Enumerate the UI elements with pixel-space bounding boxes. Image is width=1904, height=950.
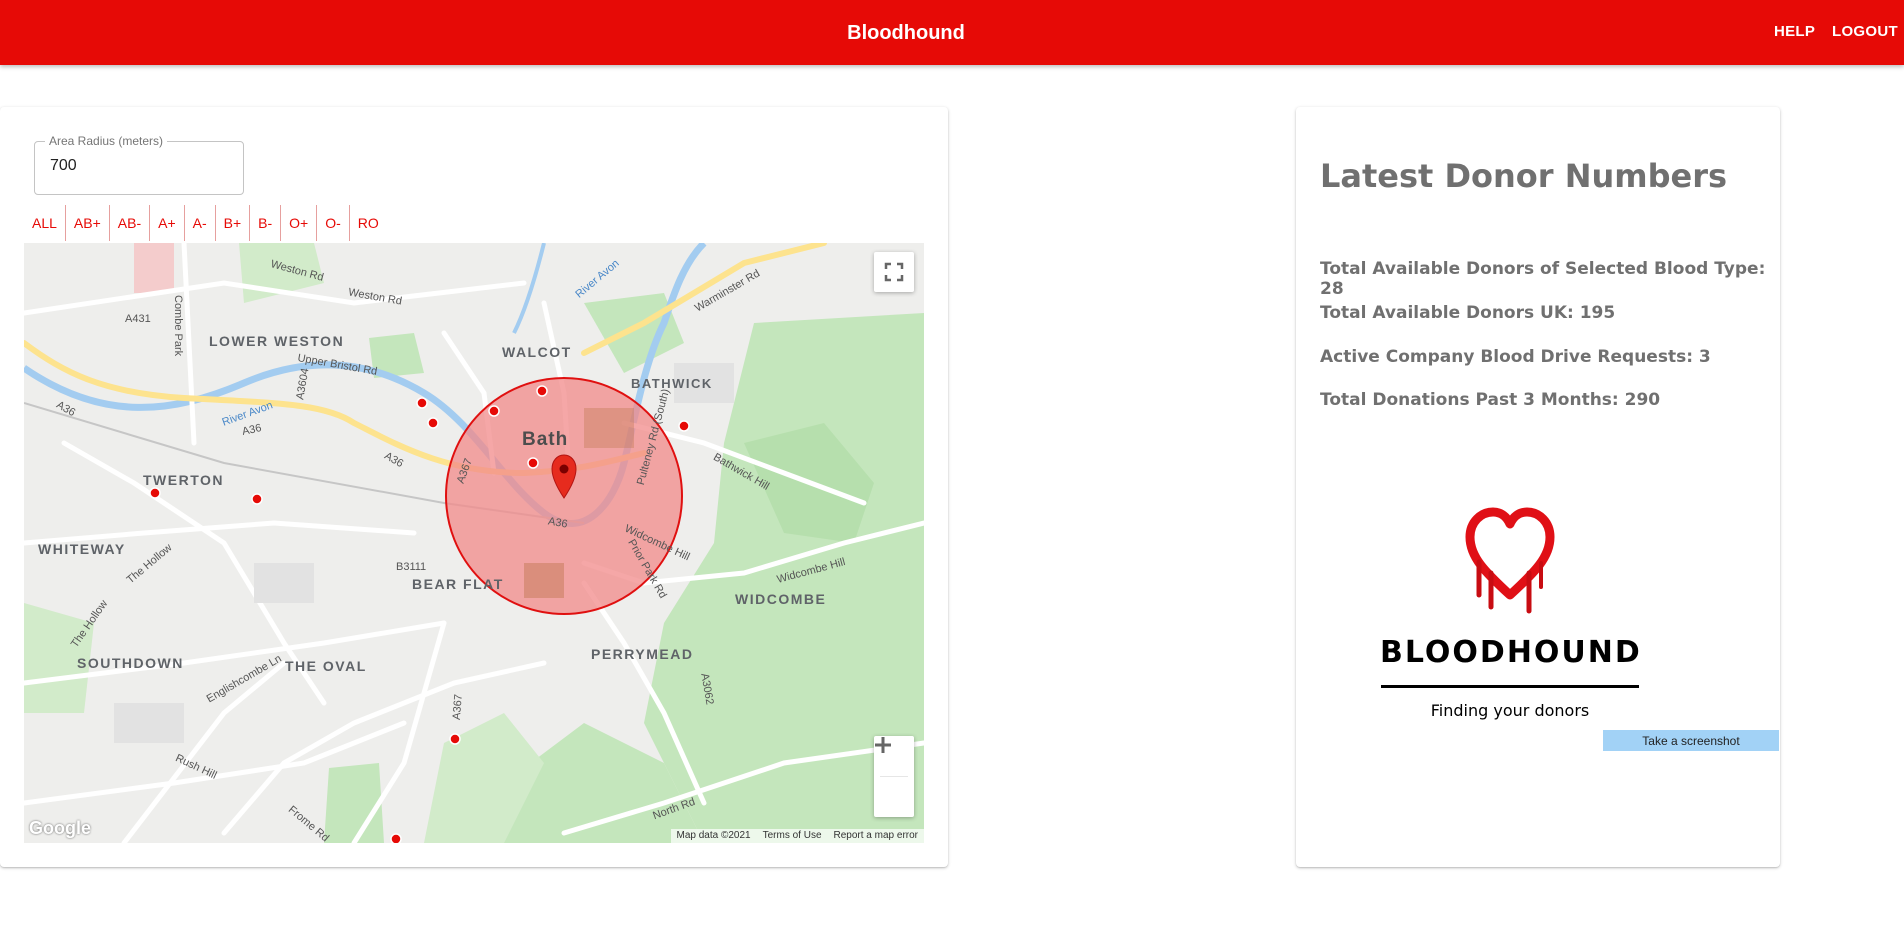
filter-ab-neg-button[interactable]: AB- — [110, 205, 151, 241]
app-title: Bloodhound — [847, 22, 965, 44]
take-screenshot-button[interactable]: Take a screenshot — [1603, 730, 1779, 751]
map-area-label: WHITEWAY — [38, 541, 126, 557]
map-area-label: TWERTON — [143, 472, 225, 488]
filter-ro-button[interactable]: RO — [350, 205, 387, 241]
logo-wordmark: BLOODHOUND — [1380, 635, 1642, 670]
bloodhound-logo: BLOODHOUND Finding your donors — [1380, 507, 1640, 737]
terms-of-use-link[interactable]: Terms of Use — [757, 829, 828, 843]
stat-available-donors-uk: Total Available Donors UK: 195 — [1320, 303, 1616, 323]
radius-input[interactable] — [48, 156, 232, 176]
filter-a-neg-button[interactable]: A- — [185, 205, 216, 241]
radius-field[interactable]: Area Radius (meters) — [34, 134, 244, 195]
map-area-label: WALCOT — [502, 344, 572, 360]
fullscreen-icon — [884, 262, 904, 282]
map-area-label: SOUTHDOWN — [77, 655, 184, 671]
stat-blood-drive-requests: Active Company Blood Drive Requests: 3 — [1320, 347, 1711, 367]
map-attribution: Map data ©2021 Terms of Use Report a map… — [670, 829, 924, 843]
radius-label: Area Radius (meters) — [45, 134, 168, 148]
google-logo[interactable]: Google — [29, 818, 91, 839]
map-road-label: B3111 — [396, 561, 427, 573]
stat-selected-blood-type: Total Available Donors of Selected Blood… — [1320, 259, 1766, 299]
map-area-label: BATHWICK — [631, 376, 713, 391]
zoom-out-icon — [875, 743, 891, 747]
stats-card: Latest Donor Numbers Total Available Don… — [1296, 107, 1780, 867]
map-area-label: LOWER WESTON — [209, 333, 345, 349]
donor-map[interactable]: LOWER WESTON WALCOT BATHWICK TWERTON WHI… — [24, 243, 924, 843]
map-road-label: A367 — [450, 693, 465, 721]
filter-o-pos-button[interactable]: O+ — [281, 205, 318, 241]
logo-tagline: Finding your donors — [1430, 701, 1590, 720]
filter-b-neg-button[interactable]: B- — [250, 205, 282, 241]
map-data-text: Map data ©2021 — [676, 830, 751, 841]
map-area-label: WIDCOMBE — [735, 591, 827, 607]
report-map-error-link[interactable]: Report a map error — [828, 829, 924, 843]
logout-button[interactable]: LOGOUT — [1832, 23, 1898, 40]
logo-divider — [1381, 685, 1639, 688]
map-road-label: Combe Park — [172, 295, 184, 357]
zoom-out-button[interactable] — [874, 743, 914, 817]
fullscreen-button[interactable] — [874, 252, 914, 292]
map-road-label: A431 — [125, 313, 151, 325]
filter-all-button[interactable]: ALL — [24, 205, 66, 241]
blood-type-filter-bar: ALL AB+ AB- A+ A- B+ B- O+ O- RO — [24, 205, 387, 241]
map-city-label: Bath — [522, 429, 569, 450]
help-button[interactable]: HELP — [1774, 23, 1815, 40]
map-background — [24, 243, 924, 843]
filter-b-pos-button[interactable]: B+ — [216, 205, 251, 241]
map-card: Area Radius (meters) ALL AB+ AB- A+ A- B… — [0, 107, 948, 867]
zoom-controls — [874, 736, 914, 817]
app-bar: Bloodhound HELP LOGOUT — [0, 0, 1904, 65]
filter-a-pos-button[interactable]: A+ — [150, 205, 185, 241]
map-area-label: THE OVAL — [285, 658, 367, 674]
stat-donations-past-3-months: Total Donations Past 3 Months: 290 — [1320, 390, 1661, 410]
filter-o-neg-button[interactable]: O- — [317, 205, 350, 241]
map-area-label: PERRYMEAD — [591, 646, 694, 662]
bleeding-heart-icon — [1465, 507, 1555, 614]
map-area-label: BEAR FLAT — [412, 576, 504, 592]
filter-ab-pos-button[interactable]: AB+ — [66, 205, 110, 241]
stats-heading: Latest Donor Numbers — [1320, 157, 1728, 195]
